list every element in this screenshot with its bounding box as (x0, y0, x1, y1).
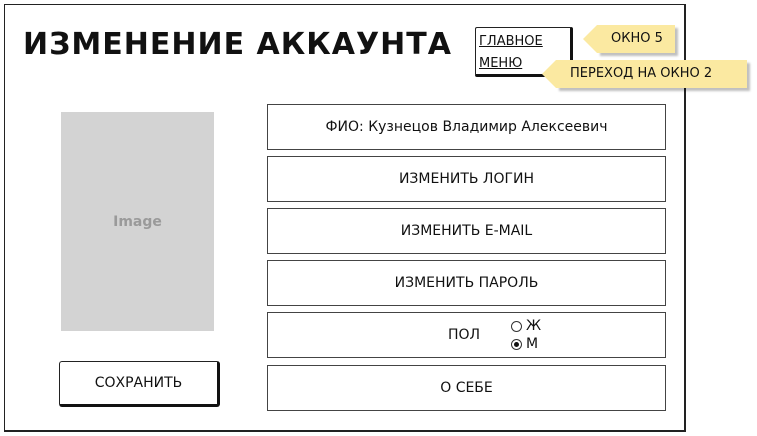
gender-field: ПОЛ Ж М (267, 312, 666, 358)
gender-option-female-label: Ж (526, 318, 542, 334)
avatar-image-placeholder: Image (61, 112, 214, 331)
radio-male[interactable] (511, 338, 522, 350)
gender-option-male[interactable]: М (511, 335, 541, 353)
change-email-button[interactable]: ИЗМЕНИТЬ E-MAIL (267, 208, 666, 254)
change-login-button[interactable]: ИЗМЕНИТЬ ЛОГИН (267, 156, 666, 202)
gender-label: ПОЛ (448, 327, 481, 343)
main-menu-label-line1: ГЛАВНОЕ (479, 34, 543, 49)
save-button[interactable]: СОХРАНИТЬ (59, 361, 220, 407)
full-name-field: ФИО: Кузнецов Владимир Алексеевич (267, 104, 666, 150)
callout-window-number: ОКНО 5 (583, 25, 675, 53)
gender-radio-group: Ж М (511, 317, 541, 353)
page-title: ИЗМЕНЕНИЕ АККАУНТА (23, 27, 452, 62)
radio-female[interactable] (511, 320, 522, 332)
image-placeholder-label: Image (113, 213, 162, 230)
change-password-button[interactable]: ИЗМЕНИТЬ ПАРОЛЬ (267, 260, 666, 306)
gender-option-male-label: М (526, 336, 539, 352)
gender-option-female[interactable]: Ж (511, 317, 541, 335)
callout-transition: ПЕРЕХОД НА ОКНО 2 (542, 60, 747, 88)
about-me-button[interactable]: О СЕБЕ (267, 365, 666, 411)
